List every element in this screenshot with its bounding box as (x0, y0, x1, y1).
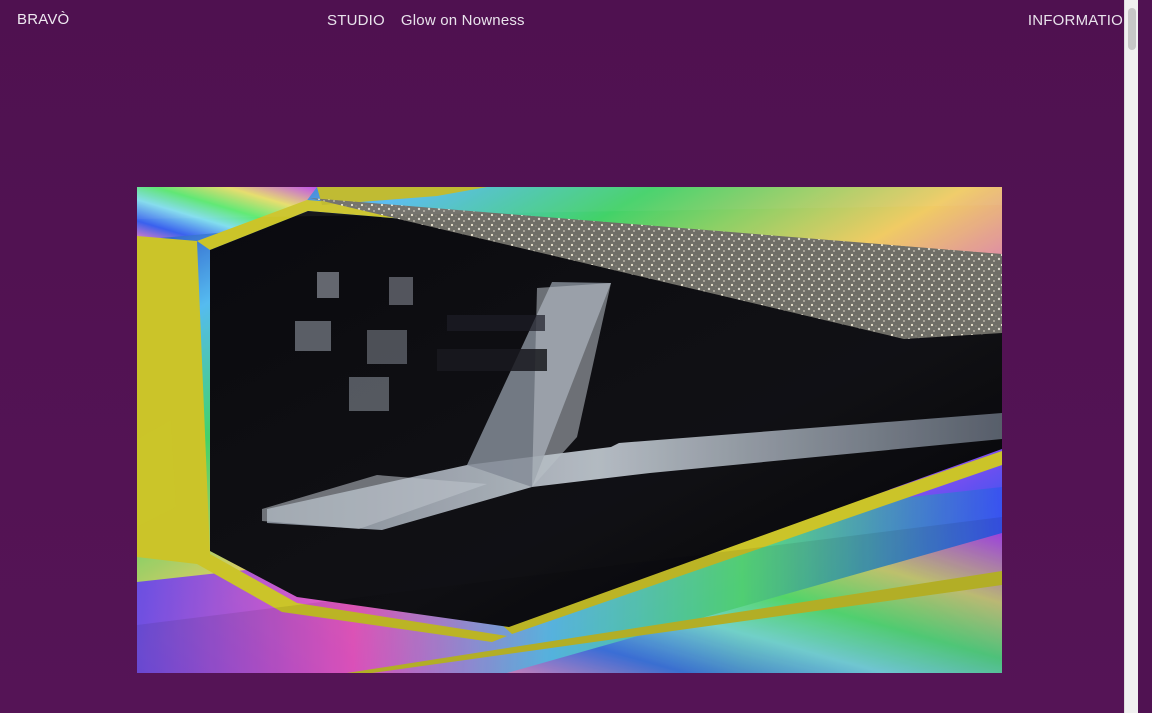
hero-image (137, 187, 1002, 673)
scrollbar-thumb[interactable] (1128, 8, 1136, 50)
page: BRAVÒ STUDIO Glow on Nowness INFORMATION (0, 0, 1138, 713)
information-link[interactable]: INFORMATION (1028, 12, 1134, 29)
studio-link[interactable]: STUDIO (327, 12, 385, 29)
project-link[interactable]: Glow on Nowness (401, 12, 525, 29)
iridescent-headlight-image (137, 187, 1002, 673)
page-scrollbar[interactable] (1124, 0, 1138, 713)
top-navigation: BRAVÒ STUDIO Glow on Nowness INFORMATION (0, 0, 1138, 40)
brand-link[interactable]: BRAVÒ (17, 11, 69, 28)
center-nav-links: STUDIO Glow on Nowness (327, 12, 525, 29)
